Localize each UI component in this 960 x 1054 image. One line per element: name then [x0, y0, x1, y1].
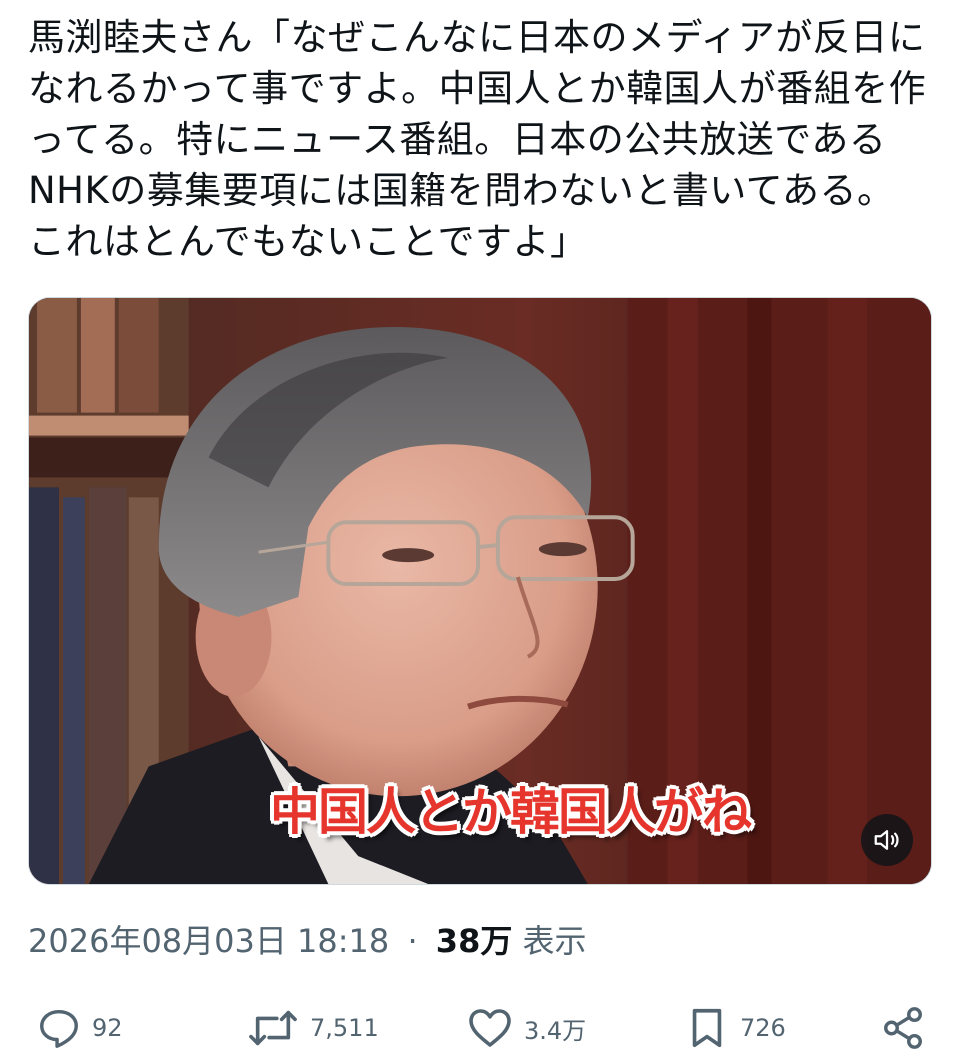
bookmark-count: 726: [740, 1014, 786, 1042]
heart-icon: [469, 1009, 511, 1047]
like-button[interactable]: 3.4万: [466, 1002, 586, 1054]
separator: ·: [407, 922, 418, 960]
share-button[interactable]: [880, 1002, 926, 1054]
retweet-button[interactable]: 7,511: [246, 1002, 379, 1054]
reply-count: 92: [92, 1014, 123, 1042]
speaker-muted-icon: [874, 830, 899, 850]
action-bar: 92 7,511 3.4万 726: [0, 1002, 960, 1054]
like-count: 3.4万: [524, 1016, 587, 1045]
mute-button[interactable]: [861, 814, 913, 866]
reply-icon: [40, 1009, 78, 1048]
bookmark-button[interactable]: 726: [684, 1002, 786, 1054]
reply-button[interactable]: 92: [36, 1002, 123, 1054]
tweet-text: 馬渕睦夫さん「なぜこんなに日本のメディアが反日になれるかって事ですよ。中国人とか…: [28, 16, 927, 263]
views-count[interactable]: 38万: [436, 922, 513, 960]
video-player[interactable]: 中国人とか韓国人がね: [28, 297, 932, 885]
share-icon: [884, 1007, 922, 1049]
tweet-meta: 2026年08月03日 18:18 · 38万 表示: [28, 918, 587, 964]
video-caption: 中国人とか韓国人がね: [270, 783, 752, 841]
retweet-count: 7,511: [310, 1014, 379, 1042]
timestamp[interactable]: 2026年08月03日 18:18: [28, 922, 389, 960]
bookmark-icon: [692, 1008, 722, 1048]
retweet-icon: [249, 1010, 297, 1046]
views-label: 表示: [522, 922, 587, 960]
